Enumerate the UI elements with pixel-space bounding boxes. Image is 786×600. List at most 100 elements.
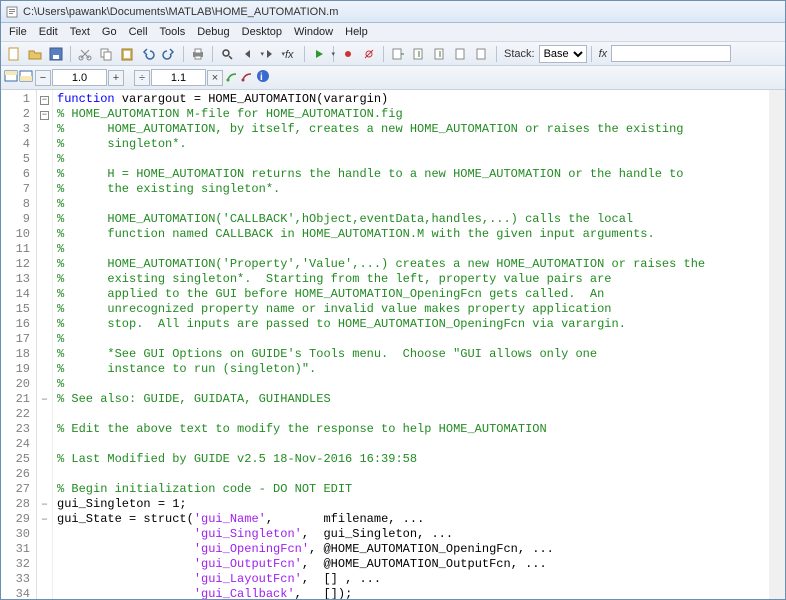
decrement-zoom1[interactable]: − xyxy=(35,70,51,86)
fold-marker[interactable] xyxy=(37,242,52,257)
code-line[interactable] xyxy=(57,467,765,482)
print-icon[interactable] xyxy=(188,44,208,64)
menu-text[interactable]: Text xyxy=(64,24,96,40)
paste-icon[interactable] xyxy=(117,44,137,64)
code-line[interactable]: % H = HOME_AUTOMATION returns the handle… xyxy=(57,167,765,182)
fold-marker[interactable] xyxy=(37,347,52,362)
stack-select[interactable]: Base xyxy=(539,45,587,63)
increment-zoom1[interactable]: + xyxy=(108,70,124,86)
run-icon[interactable] xyxy=(309,44,329,64)
find-back-icon[interactable] xyxy=(238,44,258,64)
save-icon[interactable] xyxy=(46,44,66,64)
fold-marker[interactable]: – xyxy=(37,392,52,407)
vertical-scrollbar[interactable] xyxy=(769,90,785,599)
fold-marker[interactable] xyxy=(37,527,52,542)
code-line[interactable]: % xyxy=(57,242,765,257)
fold-marker[interactable] xyxy=(37,212,52,227)
fold-marker[interactable]: – xyxy=(37,497,52,512)
code-line[interactable]: 'gui_OutputFcn', @HOME_AUTOMATION_Output… xyxy=(57,557,765,572)
fold-marker[interactable] xyxy=(37,332,52,347)
code-line[interactable]: % *See GUI Options on GUIDE's Tools menu… xyxy=(57,347,765,362)
fold-marker[interactable]: − xyxy=(37,92,52,107)
code-line[interactable]: % Last Modified by GUIDE v2.5 18-Nov-201… xyxy=(57,452,765,467)
help-icon[interactable]: i xyxy=(256,69,270,86)
step-icon[interactable] xyxy=(388,44,408,64)
fold-marker[interactable] xyxy=(37,182,52,197)
fold-marker[interactable] xyxy=(37,557,52,572)
fold-marker[interactable] xyxy=(37,287,52,302)
menu-help[interactable]: Help xyxy=(339,24,374,40)
code-line[interactable]: % See also: GUIDE, GUIDATA, GUIHANDLES xyxy=(57,392,765,407)
code-line[interactable]: 'gui_OpeningFcn', @HOME_AUTOMATION_Openi… xyxy=(57,542,765,557)
fold-marker[interactable] xyxy=(37,452,52,467)
code-line[interactable]: % xyxy=(57,197,765,212)
step-out-icon[interactable] xyxy=(430,44,450,64)
code-line[interactable]: % xyxy=(57,152,765,167)
fold-marker[interactable]: – xyxy=(37,512,52,527)
fold-marker[interactable] xyxy=(37,257,52,272)
publish-settings-icon[interactable] xyxy=(240,69,254,86)
fold-marker[interactable] xyxy=(37,542,52,557)
set-breakpoint-icon[interactable] xyxy=(338,44,358,64)
code-line[interactable]: % applied to the GUI before HOME_AUTOMAT… xyxy=(57,287,765,302)
code-line[interactable]: % function named CALLBACK in HOME_AUTOMA… xyxy=(57,227,765,242)
step-in-icon[interactable] xyxy=(409,44,429,64)
find-icon[interactable] xyxy=(217,44,237,64)
cell-mode-icon[interactable] xyxy=(4,69,18,86)
new-file-icon[interactable] xyxy=(4,44,24,64)
code-pane[interactable]: function varargout = HOME_AUTOMATION(var… xyxy=(53,90,769,599)
fold-marker[interactable] xyxy=(37,197,52,212)
undo-icon[interactable] xyxy=(138,44,158,64)
zoom-box-2[interactable] xyxy=(151,69,206,86)
fold-marker[interactable] xyxy=(37,122,52,137)
fold-marker[interactable] xyxy=(37,407,52,422)
find-fwd-icon[interactable] xyxy=(259,44,279,64)
multiply-zoom2[interactable]: × xyxy=(207,70,223,86)
code-line[interactable]: % instance to run (singleton)". xyxy=(57,362,765,377)
fold-marker[interactable] xyxy=(37,302,52,317)
code-line[interactable]: % Begin initialization code - DO NOT EDI… xyxy=(57,482,765,497)
code-line[interactable]: % HOME_AUTOMATION M-file for HOME_AUTOMA… xyxy=(57,107,765,122)
fold-marker[interactable] xyxy=(37,272,52,287)
fold-gutter[interactable]: −−––– xyxy=(37,90,53,599)
code-line[interactable]: 'gui_Singleton', gui_Singleton, ... xyxy=(57,527,765,542)
menu-window[interactable]: Window xyxy=(288,24,339,40)
code-line[interactable]: % HOME_AUTOMATION('CALLBACK',hObject,eve… xyxy=(57,212,765,227)
redo-icon[interactable] xyxy=(159,44,179,64)
publish-icon[interactable] xyxy=(225,69,239,86)
menu-tools[interactable]: Tools xyxy=(154,24,192,40)
fold-marker[interactable] xyxy=(37,587,52,599)
fx-input[interactable] xyxy=(611,45,731,62)
code-line[interactable]: % the existing singleton*. xyxy=(57,182,765,197)
menu-desktop[interactable]: Desktop xyxy=(236,24,288,40)
fold-marker[interactable] xyxy=(37,227,52,242)
fold-marker[interactable] xyxy=(37,167,52,182)
editor-area[interactable]: 1234567891011121314151617181920212223242… xyxy=(1,90,785,599)
code-line[interactable]: % singleton*. xyxy=(57,137,765,152)
code-line[interactable]: gui_State = struct('gui_Name', mfilename… xyxy=(57,512,765,527)
cut-icon[interactable] xyxy=(75,44,95,64)
fold-marker[interactable] xyxy=(37,482,52,497)
open-file-icon[interactable] xyxy=(25,44,45,64)
code-line[interactable]: 'gui_LayoutFcn', [] , ... xyxy=(57,572,765,587)
code-line[interactable]: gui_Singleton = 1; xyxy=(57,497,765,512)
code-line[interactable] xyxy=(57,437,765,452)
fold-marker[interactable] xyxy=(37,467,52,482)
code-line[interactable]: % HOME_AUTOMATION, by itself, creates a … xyxy=(57,122,765,137)
menu-go[interactable]: Go xyxy=(96,24,123,40)
fold-marker[interactable] xyxy=(37,377,52,392)
code-line[interactable]: function varargout = HOME_AUTOMATION(var… xyxy=(57,92,765,107)
menu-file[interactable]: File xyxy=(3,24,33,40)
fold-marker[interactable] xyxy=(37,572,52,587)
copy-icon[interactable] xyxy=(96,44,116,64)
code-line[interactable]: % HOME_AUTOMATION('Property','Value',...… xyxy=(57,257,765,272)
fold-marker[interactable]: − xyxy=(37,107,52,122)
code-line[interactable]: % Edit the above text to modify the resp… xyxy=(57,422,765,437)
fold-marker[interactable] xyxy=(37,137,52,152)
divide-zoom2[interactable]: ÷ xyxy=(134,70,150,86)
fold-marker[interactable] xyxy=(37,152,52,167)
code-line[interactable]: % existing singleton*. Starting from the… xyxy=(57,272,765,287)
fold-marker[interactable] xyxy=(37,437,52,452)
continue-icon[interactable] xyxy=(451,44,471,64)
code-line[interactable]: % stop. All inputs are passed to HOME_AU… xyxy=(57,317,765,332)
